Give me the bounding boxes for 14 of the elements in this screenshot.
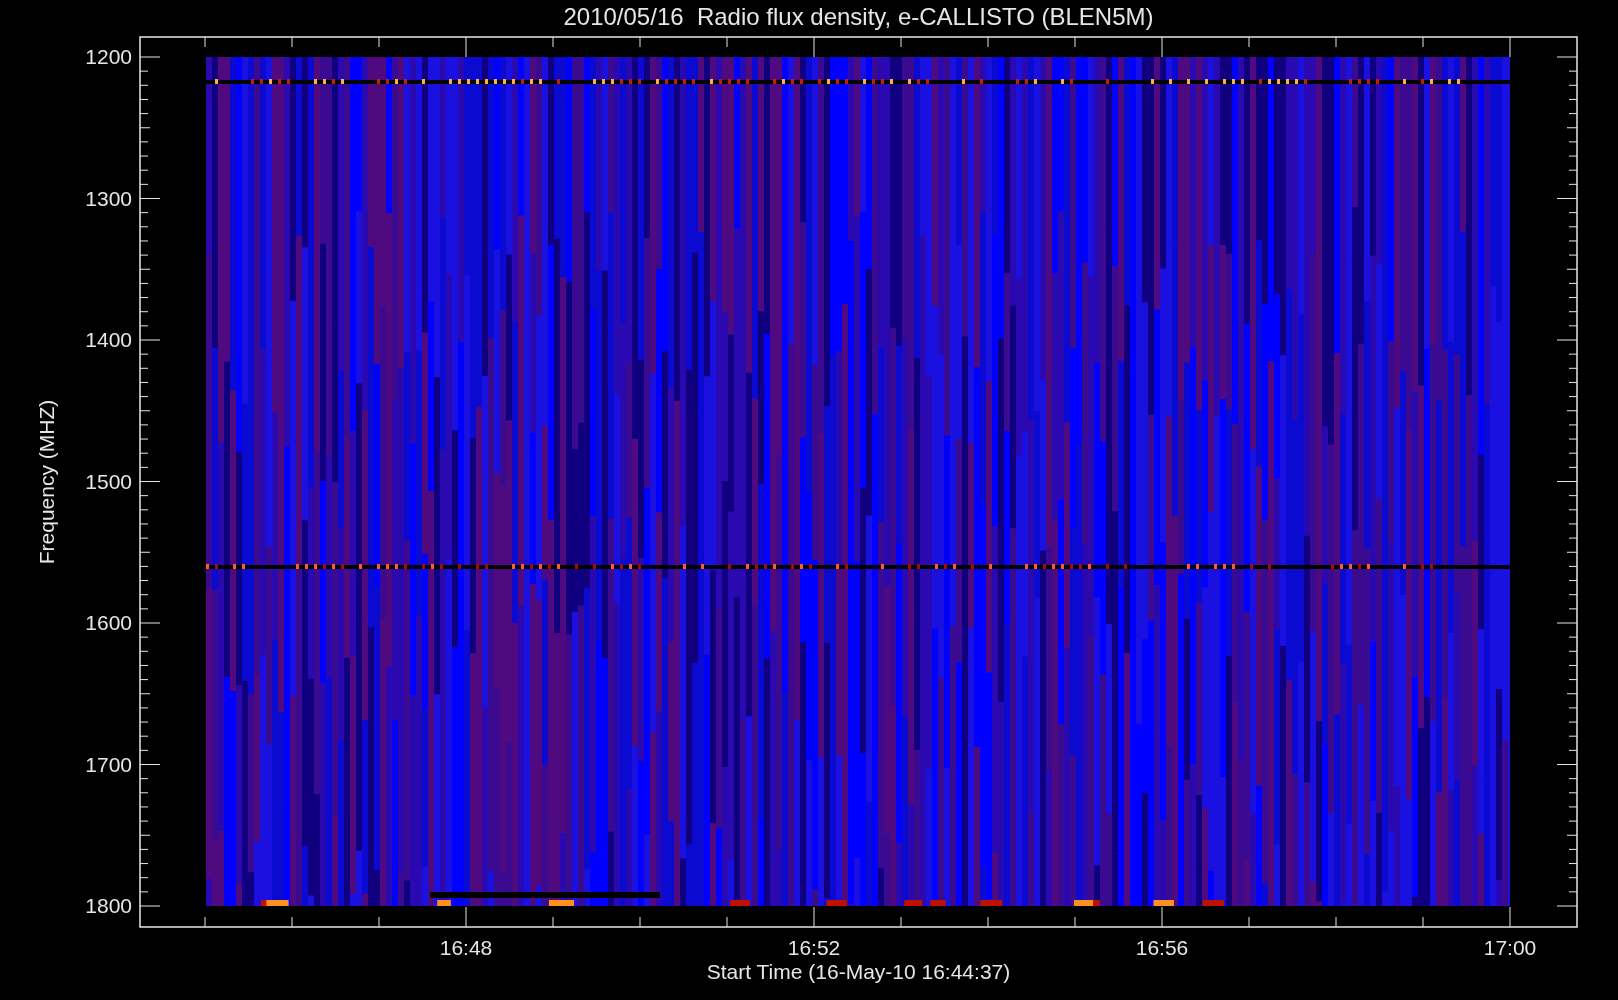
y-tick-label: 1200 (85, 45, 132, 68)
x-tick-label: 16:52 (787, 936, 841, 959)
y-tick-label: 1800 (85, 894, 132, 917)
y-tick-label: 1300 (85, 186, 132, 210)
x-axis-label: Start Time (16-May-10 16:44:37) (706, 960, 1011, 983)
y-axis-label: Frequency (MHZ) (35, 399, 58, 565)
chart-title: 2010/05/16 Radio flux density, e-CALLISTO (BLEN5M) (563, 3, 1154, 30)
y-tick-label: 1600 (85, 611, 132, 634)
x-tick-label: 16:56 (1135, 936, 1189, 959)
y-tick-label: 1500 (85, 469, 132, 493)
x-tick-label: 17:00 (1483, 936, 1537, 959)
y-tick-label: 1400 (85, 328, 132, 351)
y-tick-label: 1700 (85, 752, 132, 776)
x-tick-label: 16:48 (439, 936, 493, 959)
